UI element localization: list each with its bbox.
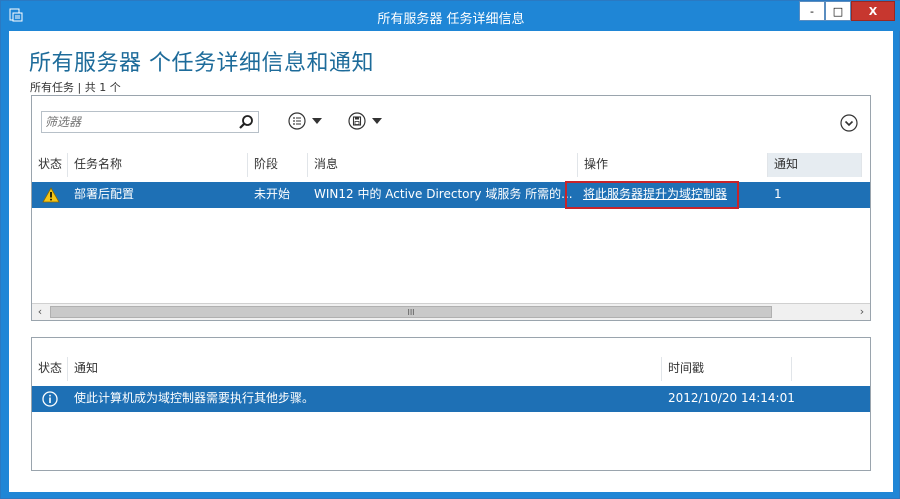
column-header-status[interactable]: 状态 bbox=[32, 153, 68, 177]
column-header-notification[interactable]: 通知 bbox=[768, 153, 862, 177]
dialog-client: 所有服务器 个任务详细信息和通知 所有任务 | 共 1 个 筛选器 状态 任务名… bbox=[9, 31, 893, 492]
tasks-table-header: 状态 任务名称 阶段 消息 操作 通知 bbox=[32, 153, 870, 177]
chevron-down-icon bbox=[312, 118, 322, 124]
horizontal-scrollbar[interactable]: ‹ III › bbox=[32, 303, 870, 320]
filter-box bbox=[41, 111, 259, 133]
view-options-button[interactable] bbox=[288, 112, 322, 130]
expand-collapse-icon[interactable] bbox=[840, 114, 858, 132]
row-status bbox=[32, 182, 68, 208]
column-header-status[interactable]: 状态 bbox=[32, 357, 68, 381]
column-header-action[interactable]: 操作 bbox=[578, 153, 768, 177]
table-row[interactable]: 使此计算机成为域控制器需要执行其他步骤。 2012/10/20 14:14:01 bbox=[32, 386, 870, 412]
save-icon bbox=[348, 112, 366, 130]
tasks-panel: 状态 任务名称 阶段 消息 操作 通知 部署后配置 未开始 WIN12 中的 A… bbox=[31, 95, 871, 321]
save-options-button[interactable] bbox=[348, 112, 382, 130]
title-bar: 所有服务器 任务详细信息 - □ X bbox=[1, 1, 900, 31]
warning-icon bbox=[42, 187, 60, 203]
scroll-left-icon[interactable]: ‹ bbox=[32, 304, 48, 319]
page-title: 所有服务器 个任务详细信息和通知 bbox=[29, 51, 374, 76]
scroll-thumb[interactable]: III bbox=[50, 306, 772, 318]
scroll-grip-icon: III bbox=[407, 307, 415, 317]
close-icon: X bbox=[868, 4, 878, 18]
maximize-button[interactable]: □ bbox=[825, 1, 851, 21]
notifications-panel: 状态 通知 时间戳 使此计算机成为域控制器需要执行其他步骤。 2012/10/2… bbox=[31, 337, 871, 471]
column-header-timestamp[interactable]: 时间戳 bbox=[662, 357, 792, 381]
window-frame: 所有服务器 任务详细信息 - □ X 所有服务器 个任务详细信息和通知 所有任务… bbox=[0, 0, 900, 499]
column-header-message[interactable]: 消息 bbox=[308, 153, 578, 177]
table-row[interactable]: 部署后配置 未开始 WIN12 中的 Active Directory 域服务 … bbox=[32, 182, 870, 208]
scroll-right-icon[interactable]: › bbox=[854, 304, 870, 319]
row-notification: 使此计算机成为域控制器需要执行其他步骤。 bbox=[74, 391, 315, 405]
row-message: WIN12 中的 Active Directory 域服务 所需的... bbox=[314, 187, 573, 201]
notifications-table-header: 状态 通知 时间戳 bbox=[32, 357, 870, 381]
row-notification-count: 1 bbox=[774, 187, 782, 201]
task-count-info: 所有任务 | 共 1 个 bbox=[30, 81, 121, 94]
close-button[interactable]: X bbox=[851, 1, 895, 21]
column-header-task-name[interactable]: 任务名称 bbox=[68, 153, 248, 177]
column-header-notification[interactable]: 通知 bbox=[68, 357, 662, 381]
list-view-icon bbox=[288, 112, 306, 130]
window-title: 所有服务器 任务详细信息 bbox=[377, 12, 525, 27]
maximize-icon: □ bbox=[832, 4, 844, 18]
info-icon bbox=[42, 391, 58, 407]
row-timestamp: 2012/10/20 14:14:01 bbox=[668, 391, 795, 405]
column-header-stage[interactable]: 阶段 bbox=[248, 153, 308, 177]
filter-input[interactable] bbox=[45, 113, 225, 131]
row-task-name: 部署后配置 bbox=[74, 187, 135, 201]
highlight-box bbox=[565, 181, 739, 209]
row-status bbox=[32, 386, 68, 412]
tasks-toolbar bbox=[32, 96, 870, 153]
row-stage: 未开始 bbox=[254, 187, 291, 201]
search-icon[interactable] bbox=[238, 114, 254, 130]
chevron-down-icon bbox=[372, 118, 382, 124]
minimize-icon: - bbox=[810, 4, 814, 18]
minimize-button[interactable]: - bbox=[799, 1, 825, 21]
